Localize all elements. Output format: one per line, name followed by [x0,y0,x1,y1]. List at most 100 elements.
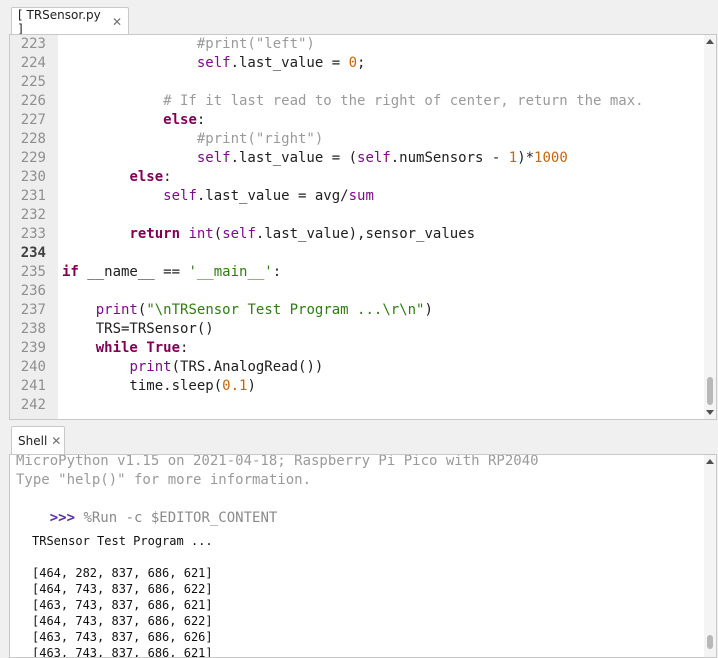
shell-scrollbar[interactable] [704,455,716,657]
code-line[interactable]: 241 time.sleep(0.1) [10,377,716,396]
line-number: 229 [20,150,46,166]
tab-shell[interactable]: Shell ✕ [11,426,65,454]
shell-output-title: TRSensor Test Program ... [32,534,213,548]
line-number: 236 [20,283,46,299]
code-token: # If it last read to the right of center… [62,93,644,109]
line-number: 228 [20,131,46,147]
code-text: if __name__ == '__main__': [62,263,281,282]
code-token: sum [348,188,374,204]
code-line[interactable]: 233 return int(self.last_value),sensor_v… [10,225,716,244]
code-token: : [163,169,172,185]
code-line[interactable]: 238 TRS=TRSensor() [10,320,716,339]
code-token: self [196,150,231,166]
code-line[interactable]: 226 # If it last read to the right of ce… [10,92,716,111]
code-text: time.sleep(0.1) [62,377,256,396]
line-number: 232 [20,207,46,223]
code-token: time.sleep( [62,378,223,394]
code-line[interactable]: 242 [10,396,716,415]
code-text: while True: [62,339,189,358]
tab-label: [ TRSensor.py ] [18,7,101,36]
code-token: self [222,226,256,242]
code-token: : [272,264,282,280]
code-line[interactable]: 234 [10,244,716,263]
code-token: ) [247,378,256,394]
sensor-reading: [464, 282, 837, 686, 621] [32,566,213,580]
code-token: #print("left") [62,36,315,52]
shell-help-line: Type "help()" for more information. [16,472,312,488]
code-token: else [163,112,197,128]
code-line[interactable]: 239 while True: [10,339,716,358]
line-number: 223 [20,36,46,52]
code-line[interactable]: 235 if __name__ == '__main__': [10,263,716,282]
code-line[interactable]: 230 else: [10,168,716,187]
code-token: .numSensors - [390,150,509,166]
code-text: self.last_value = avg/sum [62,187,374,206]
sensor-reading: [464, 743, 837, 686, 622] [32,614,213,628]
line-number: 225 [20,74,46,90]
code-line[interactable]: 227 else: [10,111,716,130]
code-line[interactable]: 236 [10,282,716,301]
code-token: 0.1 [222,378,248,394]
code-text: else: [62,168,172,187]
sensor-reading: [464, 743, 837, 686, 622] [32,582,213,596]
code-text: TRS=TRSensor() [62,320,214,339]
code-line[interactable]: 223 #print("left") [10,35,716,54]
tab-trsensor-py[interactable]: [ TRSensor.py ] ✕ [11,7,129,36]
line-number: 242 [20,397,46,413]
code-token: "\nTRSensor Test Program ...\r\n" [146,302,425,318]
close-icon[interactable]: ✕ [112,16,122,28]
code-token: print [129,359,172,375]
shell-console[interactable]: MicroPython v1.15 on 2021-04-18; Raspber… [9,454,717,658]
editor-scrollbar[interactable] [704,35,716,419]
code-line[interactable]: 229 self.last_value = (self.numSensors -… [10,149,716,168]
code-area[interactable]: 223 #print("left") 224 self.last_value = … [10,35,716,419]
code-token: : [180,340,189,356]
code-text: #print("left") [62,35,315,54]
code-token: 1000 [534,150,568,166]
scroll-up-icon[interactable] [706,459,714,464]
scroll-thumb[interactable] [707,635,713,649]
code-token: .last_value = avg/ [196,188,349,204]
code-token: (TRS.AnalogRead()) [171,359,324,375]
close-icon[interactable]: ✕ [51,435,61,447]
code-token: return [129,226,181,242]
tab-label: Shell [18,433,48,448]
code-token: self [357,150,391,166]
scroll-up-icon[interactable] [706,39,714,44]
code-token: print [95,302,138,318]
line-number: 227 [20,112,46,128]
code-token: TRS=TRSensor() [62,321,214,337]
scroll-thumb[interactable] [707,377,713,405]
line-number: 224 [20,55,46,71]
code-token: __name__ == [78,264,189,280]
shell-tab-bar: Shell ✕ [0,420,718,454]
code-text: # If it last read to the right of center… [62,92,644,111]
code-text: return int(self.last_value),sensor_value… [62,225,475,244]
line-number: 240 [20,359,46,375]
line-number: 241 [20,378,46,394]
code-line[interactable]: 240 print(TRS.AnalogRead()) [10,358,716,377]
code-line[interactable]: 237 print("\nTRSensor Test Program ...\r… [10,301,716,320]
line-number: 238 [20,321,46,337]
code-line[interactable]: 231 self.last_value = avg/sum [10,187,716,206]
code-line[interactable]: 232 [10,206,716,225]
scroll-down-icon[interactable] [706,410,714,415]
code-token: .last_value = ( [230,150,358,166]
shell-command: %Run -c $EDITOR_CONTENT [75,510,278,526]
code-line[interactable]: 224 self.last_value = 0; [10,54,716,73]
line-number: 239 [20,340,46,356]
code-token: True [146,340,181,356]
code-text: print(TRS.AnalogRead()) [62,358,323,377]
code-line[interactable]: 228 #print("right") [10,130,716,149]
code-line[interactable]: 225 [10,73,716,92]
code-editor[interactable]: 223 #print("left") 224 self.last_value = … [9,34,717,420]
shell-prompt: >>> [49,510,76,526]
